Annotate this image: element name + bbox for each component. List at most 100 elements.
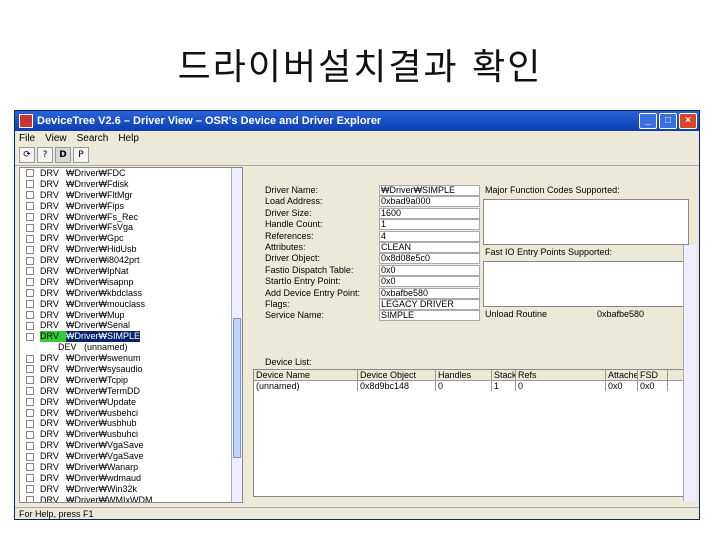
expand-icon[interactable] <box>26 332 34 341</box>
driver-tree[interactable]: DRV ₩Driver₩FDC DRV ₩Driver₩Fdisk DRV ₩Driver… <box>19 167 243 503</box>
expand-icon[interactable] <box>26 223 34 232</box>
expand-icon[interactable] <box>26 398 34 407</box>
expand-icon[interactable] <box>26 452 34 461</box>
tree-item[interactable]: DRV ₩Driver₩isapnp <box>20 277 242 288</box>
tree-item[interactable]: DRV ₩Driver₩usbuhci <box>20 429 242 440</box>
tree-item[interactable]: DRV ₩Driver₩swenum <box>20 353 242 364</box>
tree-item[interactable]: DRV ₩Driver₩Win32k <box>20 484 242 495</box>
tree-item[interactable]: DRV ₩Driver₩VgaSave <box>20 451 242 462</box>
tree-item[interactable]: DRV ₩Driver₩Serial <box>20 320 242 331</box>
field-label: Service Name: <box>265 310 325 321</box>
tree-item[interactable]: DRV ₩Driver₩Fdisk <box>20 179 242 190</box>
driver-view-button[interactable]: D <box>55 147 71 163</box>
expand-icon[interactable] <box>26 300 34 309</box>
expand-icon[interactable] <box>26 321 34 330</box>
close-button[interactable]: × <box>679 113 697 129</box>
tree-item[interactable]: DRV ₩Driver₩SIMPLE <box>20 331 242 343</box>
tree-item[interactable]: DRV ₩Driver₩WMIxWDM <box>20 495 242 502</box>
tree-item[interactable]: DRV ₩Driver₩usbehci <box>20 408 242 419</box>
device-table[interactable]: Device Name Device Object Handles Stack … <box>253 369 689 497</box>
tree-item[interactable]: DRV ₩Driver₩HidUsb <box>20 244 242 255</box>
expand-icon[interactable] <box>26 234 34 243</box>
tree-item-name: ₩Driver₩IpNat <box>66 265 129 276</box>
expand-icon[interactable] <box>26 419 34 428</box>
menu-file[interactable]: File <box>19 133 35 144</box>
col-device-object[interactable]: Device Object <box>358 370 436 380</box>
tree-item[interactable]: DRV ₩Driver₩TermDD <box>20 386 242 397</box>
tree-item[interactable]: DRV ₩Driver₩FsVga <box>20 222 242 233</box>
expand-icon[interactable] <box>26 180 34 189</box>
tree-item-name: ₩Driver₩Fs_Rec <box>66 211 138 222</box>
expand-icon[interactable] <box>26 365 34 374</box>
menu-help[interactable]: Help <box>118 133 139 144</box>
col-refs[interactable]: Refs <box>516 370 606 380</box>
tree-item[interactable]: DRV ₩Driver₩IpNat <box>20 266 242 277</box>
maximize-button[interactable]: □ <box>659 113 677 129</box>
col-stack[interactable]: Stack <box>492 370 516 380</box>
expand-icon[interactable] <box>26 169 34 178</box>
tree-item[interactable]: DRV ₩Driver₩mouclass <box>20 299 242 310</box>
expand-icon[interactable] <box>26 409 34 418</box>
tree-item[interactable]: DRV ₩Driver₩VgaSave <box>20 440 242 451</box>
expand-icon[interactable] <box>26 267 34 276</box>
menu-search[interactable]: Search <box>77 133 109 144</box>
expand-icon[interactable] <box>26 430 34 439</box>
tree-item-type: DRV <box>40 255 59 266</box>
tree-item[interactable]: DRV ₩Driver₩wdmaud <box>20 473 242 484</box>
tree-item[interactable]: DRV ₩Driver₩i8042prt <box>20 255 242 266</box>
tree-item[interactable]: DRV ₩Driver₩Update <box>20 397 242 408</box>
tree-item[interactable]: DRV ₩Driver₩Tcpip <box>20 375 242 386</box>
tree-item[interactable]: DRV ₩Driver₩Fips <box>20 201 242 212</box>
details-scrollbar[interactable] <box>683 245 696 501</box>
toolbar: ⟳ ? D P <box>15 145 699 166</box>
tree-item-name: ₩Driver₩mouclass <box>66 298 146 309</box>
table-row[interactable]: (unnamed) 0x8d9bc148 0 1 0 0x0 0x0 <box>254 381 688 391</box>
tree-child-item[interactable]: DEV (unnamed) <box>20 342 242 353</box>
col-handles[interactable]: Handles <box>436 370 492 380</box>
tree-scrollbar[interactable] <box>231 168 242 502</box>
tree-item[interactable]: DRV ₩Driver₩Gpc <box>20 233 242 244</box>
tree-item-name: ₩Driver₩sysaudio <box>66 363 143 374</box>
expand-icon[interactable] <box>26 387 34 396</box>
properties-icon[interactable]: ? <box>37 147 53 163</box>
tree-item[interactable]: DRV ₩Driver₩FDC <box>20 168 242 179</box>
expand-icon[interactable] <box>26 202 34 211</box>
tree-item[interactable]: DRV ₩Driver₩Fs_Rec <box>20 212 242 223</box>
cell-attached: 0x0 <box>606 381 638 391</box>
tree-item[interactable]: DRV ₩Driver₩sysaudio <box>20 364 242 375</box>
expand-icon[interactable] <box>26 256 34 265</box>
expand-icon[interactable] <box>26 289 34 298</box>
cell-device-object: 0x8d9bc148 <box>358 381 436 391</box>
expand-icon[interactable] <box>26 354 34 363</box>
pnp-view-button[interactable]: P <box>73 147 89 163</box>
expand-icon[interactable] <box>26 311 34 320</box>
tree-item[interactable]: DRV ₩Driver₩Mup <box>20 310 242 321</box>
tree-item[interactable]: DRV ₩Driver₩FltMgr <box>20 190 242 201</box>
col-fsd[interactable]: FSD <box>638 370 668 380</box>
expand-icon[interactable] <box>26 441 34 450</box>
expand-icon[interactable] <box>26 245 34 254</box>
field-label: Load Address: <box>265 196 323 207</box>
refresh-icon[interactable]: ⟳ <box>19 147 35 163</box>
tree-item-name: ₩Driver₩Serial <box>66 320 130 331</box>
expand-icon[interactable] <box>26 191 34 200</box>
minimize-button[interactable]: _ <box>639 113 657 129</box>
tree-item-name: ₩Driver₩usbuhci <box>66 429 139 440</box>
expand-icon[interactable] <box>26 485 34 494</box>
col-device-name[interactable]: Device Name <box>254 370 358 380</box>
expand-icon[interactable] <box>26 496 34 502</box>
field-value: LEGACY DRIVER <box>379 299 480 310</box>
tree-scroll-thumb[interactable] <box>233 318 241 458</box>
tree-item[interactable]: DRV ₩Driver₩Wanarp <box>20 462 242 473</box>
field-label: Fastio Dispatch Table: <box>265 264 354 275</box>
expand-icon[interactable] <box>26 474 34 483</box>
tree-item-name: ₩Driver₩Fips <box>66 200 124 211</box>
tree-item[interactable]: DRV ₩Driver₩usbhub <box>20 418 242 429</box>
menu-view[interactable]: View <box>45 133 67 144</box>
tree-item[interactable]: DRV ₩Driver₩kbdclass <box>20 288 242 299</box>
expand-icon[interactable] <box>26 213 34 221</box>
expand-icon[interactable] <box>26 278 34 287</box>
expand-icon[interactable] <box>26 376 34 385</box>
expand-icon[interactable] <box>26 463 34 472</box>
col-attached[interactable]: Attached <box>606 370 638 380</box>
